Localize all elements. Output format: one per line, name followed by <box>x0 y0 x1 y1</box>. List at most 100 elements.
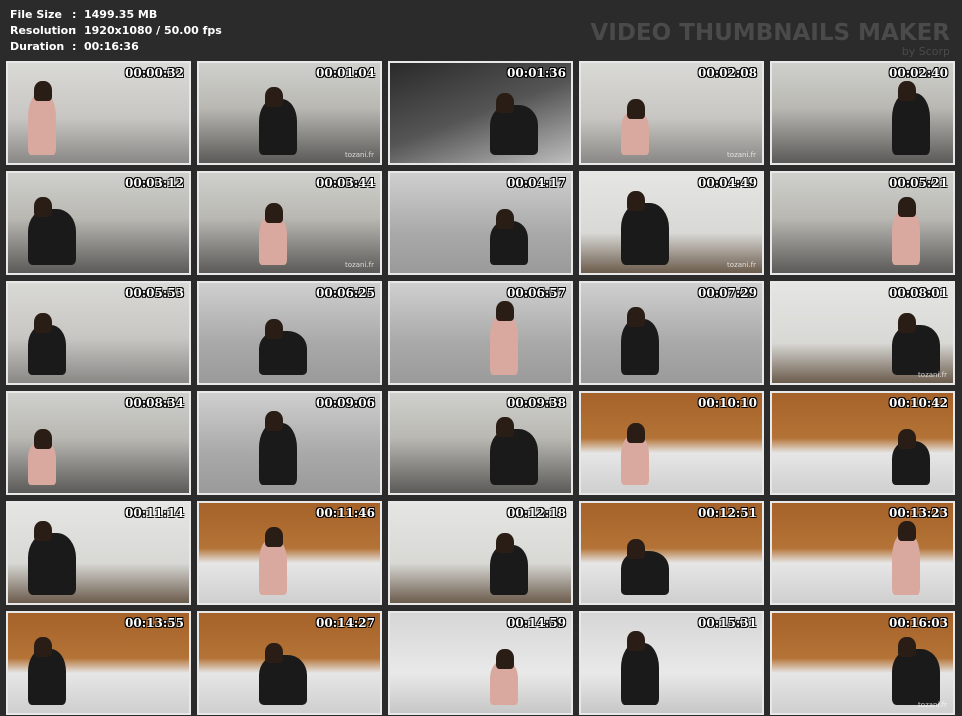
video-thumbnail[interactable]: 00:05:53 <box>6 281 191 385</box>
file-size-value: 1499.35 MB <box>84 8 158 21</box>
timestamp-label: 00:05:53 <box>125 286 184 300</box>
figure-shape <box>259 539 287 595</box>
video-thumbnail[interactable]: 00:11:46 <box>197 501 382 605</box>
timestamp-label: 00:14:27 <box>316 616 375 630</box>
video-thumbnail[interactable]: 00:13:55 <box>6 611 191 715</box>
figure-shape <box>898 521 916 541</box>
info-header: File Size : 1499.35 MB Resolution : 1920… <box>0 0 962 60</box>
brand-watermark: VIDEO THUMBNAILS MAKER by Scorp <box>590 20 950 58</box>
timestamp-label: 00:11:46 <box>316 506 375 520</box>
site-watermark: tozani.fr <box>727 261 756 269</box>
video-thumbnail[interactable]: 00:01:36 <box>388 61 573 165</box>
video-thumbnail[interactable]: 00:04:17 <box>388 171 573 275</box>
timestamp-label: 00:09:38 <box>507 396 566 410</box>
separator: : <box>72 24 77 37</box>
timestamp-label: 00:03:12 <box>125 176 184 190</box>
video-thumbnail[interactable]: 00:06:57 <box>388 281 573 385</box>
thumbnail-grid: 00:00:32 00:01:04 tozani.fr 00:01:36 00:02:0… <box>6 61 955 715</box>
figure-shape <box>34 637 52 657</box>
video-thumbnail[interactable]: 00:06:25 <box>197 281 382 385</box>
site-watermark: tozani.fr <box>345 151 374 159</box>
video-thumbnail[interactable]: 00:01:04 tozani.fr <box>197 61 382 165</box>
figure-shape <box>496 93 514 113</box>
figure-shape <box>627 423 645 443</box>
video-thumbnail[interactable]: 00:11:14 <box>6 501 191 605</box>
video-thumbnail[interactable]: 00:08:34 <box>6 391 191 495</box>
figure-shape <box>898 429 916 449</box>
timestamp-label: 00:16:03 <box>889 616 948 630</box>
video-thumbnail[interactable]: 00:00:32 <box>6 61 191 165</box>
video-thumbnail[interactable]: 00:02:40 <box>770 61 955 165</box>
figure-shape <box>496 301 514 321</box>
figure-shape <box>28 209 76 265</box>
video-thumbnail[interactable]: 00:05:21 <box>770 171 955 275</box>
timestamp-label: 00:11:14 <box>125 506 184 520</box>
figure-shape <box>34 81 52 101</box>
video-thumbnail[interactable]: 00:15:31 <box>579 611 764 715</box>
video-thumbnail[interactable]: 00:12:51 <box>579 501 764 605</box>
timestamp-label: 00:12:18 <box>507 506 566 520</box>
timestamp-label: 00:15:31 <box>698 616 757 630</box>
figure-shape <box>627 539 645 559</box>
site-watermark: tozani.fr <box>727 151 756 159</box>
video-thumbnail[interactable]: 00:03:12 <box>6 171 191 275</box>
figure-shape <box>627 307 645 327</box>
figure-shape <box>490 429 538 485</box>
timestamp-label: 00:08:01 <box>889 286 948 300</box>
video-thumbnail[interactable]: 00:10:42 <box>770 391 955 495</box>
video-thumbnail[interactable]: 00:13:23 <box>770 501 955 605</box>
figure-shape <box>621 203 669 265</box>
figure-shape <box>621 643 659 705</box>
figure-shape <box>892 533 920 595</box>
video-thumbnail[interactable]: 00:14:27 <box>197 611 382 715</box>
figure-shape <box>496 417 514 437</box>
timestamp-label: 00:07:29 <box>698 286 757 300</box>
separator: : <box>72 8 77 21</box>
timestamp-label: 00:04:17 <box>507 176 566 190</box>
video-thumbnail[interactable]: 00:12:18 <box>388 501 573 605</box>
timestamp-label: 00:12:51 <box>698 506 757 520</box>
file-size-row: File Size : 1499.35 MB <box>10 7 222 23</box>
file-size-label: File Size <box>10 8 62 21</box>
site-watermark: tozani.fr <box>918 371 947 379</box>
timestamp-label: 00:04:49 <box>698 176 757 190</box>
figure-shape <box>898 197 916 217</box>
video-thumbnail[interactable]: 00:09:38 <box>388 391 573 495</box>
video-thumbnail[interactable]: 00:07:29 <box>579 281 764 385</box>
video-thumbnail[interactable]: 00:16:03 tozani.fr <box>770 611 955 715</box>
figure-shape <box>627 99 645 119</box>
timestamp-label: 00:05:21 <box>889 176 948 190</box>
timestamp-label: 00:02:40 <box>889 66 948 80</box>
figure-shape <box>265 319 283 339</box>
video-thumbnail[interactable]: 00:03:44 tozani.fr <box>197 171 382 275</box>
site-watermark: tozani.fr <box>345 261 374 269</box>
timestamp-label: 00:14:59 <box>507 616 566 630</box>
video-thumbnail[interactable]: 00:09:06 <box>197 391 382 495</box>
figure-shape <box>34 313 52 333</box>
figure-shape <box>28 533 76 595</box>
video-thumbnail[interactable]: 00:04:49 tozani.fr <box>579 171 764 275</box>
timestamp-label: 00:09:06 <box>316 396 375 410</box>
video-thumbnail[interactable]: 00:10:10 <box>579 391 764 495</box>
brand-subtitle: by Scorp <box>901 45 950 58</box>
figure-shape <box>898 313 916 333</box>
resolution-value: 1920x1080 / 50.00 fps <box>84 24 222 37</box>
timestamp-label: 00:01:04 <box>316 66 375 80</box>
duration-row: Duration : 00:16:36 <box>10 39 222 55</box>
figure-shape <box>621 319 659 375</box>
figure-shape <box>265 203 283 223</box>
video-thumbnail[interactable]: 00:02:08 tozani.fr <box>579 61 764 165</box>
duration-label: Duration <box>10 40 65 53</box>
video-thumbnail[interactable]: 00:08:01 tozani.fr <box>770 281 955 385</box>
figure-shape <box>259 423 297 485</box>
duration-value: 00:16:36 <box>84 40 139 53</box>
timestamp-label: 00:01:36 <box>507 66 566 80</box>
figure-shape <box>34 197 52 217</box>
timestamp-label: 00:06:57 <box>507 286 566 300</box>
timestamp-label: 00:10:10 <box>698 396 757 410</box>
timestamp-label: 00:06:25 <box>316 286 375 300</box>
timestamp-label: 00:08:34 <box>125 396 184 410</box>
figure-shape <box>496 533 514 553</box>
figure-shape <box>28 93 56 155</box>
video-thumbnail[interactable]: 00:14:59 <box>388 611 573 715</box>
